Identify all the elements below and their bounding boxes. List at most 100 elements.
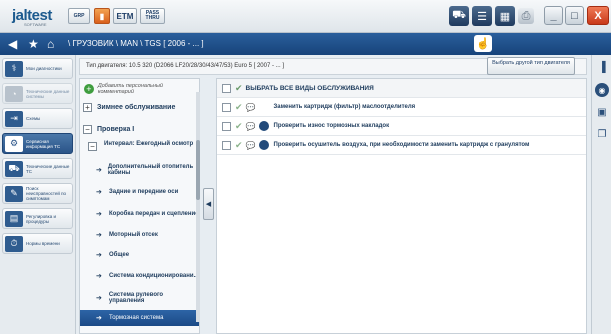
tree-item-label: Коробка передач и сцепление xyxy=(109,210,199,217)
sidebar-item-my-diagnostics[interactable]: ⚕ Мои диагностики xyxy=(2,58,73,79)
select-all-row[interactable]: ✔ ВЫБРАТЬ ВСЕ ВИДЫ ОБСЛУЖИВАНИЯ xyxy=(217,79,586,98)
maximize-button[interactable]: □ xyxy=(565,6,584,25)
tree-item-label: Общее xyxy=(109,251,130,258)
tree-item-label: Задние и передние оси xyxy=(109,188,179,195)
arrow-right-icon: ➔ xyxy=(96,273,102,280)
print-icon[interactable]: ⎙ xyxy=(518,8,534,24)
hand-pointer-icon[interactable]: ☝ xyxy=(474,35,492,52)
checkmark-icon: ✔ xyxy=(235,139,243,150)
sidebar-item-label: Технические данные ТС xyxy=(26,163,70,174)
sidebar-item-label: Поиск неисправностей по симптомам xyxy=(26,186,67,201)
tree-item[interactable]: ➔ Задние и передние оси xyxy=(80,182,199,202)
tree-item-label: Система рулевого управления xyxy=(108,291,164,305)
tree-item-label: Дополнительный отопитель кабины xyxy=(107,163,194,177)
engine-type-label: Тип двигателя: 10.5 320 (D2066 LF20/28/3… xyxy=(86,63,284,69)
sidebar-item-troubleshooting[interactable]: ✎ Поиск неисправностей по симптомам xyxy=(2,183,73,204)
navigation-bar: ◀ ★ ⌂ \ ГРУЗОВИК \ MAN \ TGS [ 2006 - ..… xyxy=(0,33,611,55)
gear-icon[interactable] xyxy=(258,121,269,131)
select-all-label: ВЫБРАТЬ ВСЕ ВИДЫ ОБСЛУЖИВАНИЯ xyxy=(245,84,374,92)
arrow-right-icon: ➔ xyxy=(96,315,102,322)
tree-item[interactable]: ➔ Система рулевого управления xyxy=(80,288,199,308)
tree-scrollbar-thumb[interactable] xyxy=(196,140,200,200)
sidebar-item-vehicle-data[interactable]: ⛟ Технические данные ТС xyxy=(2,158,73,179)
service-info-icon: ⚙ xyxy=(5,135,23,152)
eye-icon[interactable]: ◉ xyxy=(595,83,609,97)
sidebar-item-label: Мои диагностики xyxy=(26,66,62,71)
comment-icon[interactable]: 💬 xyxy=(246,122,256,131)
expand-icon[interactable]: + xyxy=(83,103,92,112)
list-item-label: Проверить осушитель воздуха, при необход… xyxy=(273,142,530,148)
minimize-button[interactable]: _ xyxy=(544,6,563,25)
collapse-panel-button[interactable]: ◀ xyxy=(203,188,214,220)
close-button[interactable]: X xyxy=(587,6,609,25)
select-all-checkbox[interactable] xyxy=(222,83,231,93)
list-item-label: Проверить износ тормозных накладок xyxy=(273,123,390,129)
sidebar: ⚕ Мои диагностики ◔ Технические данные с… xyxy=(0,55,76,334)
collapse-icon[interactable]: − xyxy=(83,125,92,134)
sidebar-item-schematics[interactable]: ⇥ Схемы xyxy=(2,108,73,129)
sidebar-item-service-info[interactable]: ⚙ Сервисная информация ТС xyxy=(2,133,73,154)
checkmark-icon: ✔ xyxy=(235,120,243,131)
calculator-icon[interactable]: ▦ xyxy=(495,6,515,26)
tree-scrollbar[interactable] xyxy=(196,92,200,322)
maintenance-list: ✔ ВЫБРАТЬ ВСЕ ВИДЫ ОБСЛУЖИВАНИЯ ✔ 💬 Заме… xyxy=(216,78,587,334)
vehicle-data-icon: ⛟ xyxy=(5,160,23,177)
tree-subgroup-annual[interactable]: − xyxy=(88,142,102,151)
tree-item[interactable]: ➔ Дополнительный отопитель кабины xyxy=(80,160,199,180)
schematics-icon: ⇥ xyxy=(5,110,23,127)
car-diagnosis-icon: ⚕ xyxy=(5,60,23,77)
tree-item-label: Система кондиционировани... xyxy=(109,272,199,279)
logo-subtitle: SOFTWARE xyxy=(24,22,47,27)
add-comment-label: Добавить персональный комментарий xyxy=(97,83,163,95)
item-checkbox[interactable] xyxy=(222,140,231,150)
arrow-right-icon: ➔ xyxy=(96,252,102,259)
arrow-right-icon: ➔ xyxy=(96,167,102,174)
comment-icon[interactable]: 💬 xyxy=(246,141,256,150)
item-checkbox[interactable] xyxy=(222,121,231,131)
star-icon[interactable]: ★ xyxy=(28,37,39,51)
checkmark-icon: ✔ xyxy=(235,82,243,93)
back-arrow-icon[interactable]: ◀ xyxy=(8,37,17,51)
list-item[interactable]: ✔ 💬 Проверить осушитель воздуха, при нео… xyxy=(217,136,586,155)
sidebar-item-label: Регулировка и процедуры xyxy=(26,213,56,224)
tree-item[interactable]: ➔ Моторный отсек xyxy=(80,226,199,244)
troubleshoot-icon: ✎ xyxy=(5,185,23,202)
tech-data-icon: ◔ xyxy=(5,85,23,102)
truck-icon: ▮ xyxy=(99,11,105,21)
save-icon[interactable]: ▣ xyxy=(595,105,609,119)
sidebar-item-system-tech-data[interactable]: ◔ Технические данные системы xyxy=(2,83,73,104)
item-checkbox[interactable] xyxy=(222,102,231,112)
pass-thru-button[interactable]: PASS THRU xyxy=(140,8,165,24)
copy-icon[interactable]: ❐ xyxy=(595,127,609,141)
time-norms-icon: ⏱ xyxy=(5,235,23,252)
tree-subgroup-label: Интервал: Ежегодный осмотр xyxy=(104,141,194,147)
list-icon[interactable]: ☰ xyxy=(472,6,492,26)
sidebar-item-time-norms[interactable]: ⏱ Нормы времени xyxy=(2,233,73,254)
top-toolbar: jaltest SOFTWARE GRP ▮ ETM PASS THRU ⛟ ☰… xyxy=(0,0,611,33)
tree-item-selected[interactable]: ➔ Тормозная система xyxy=(80,310,199,326)
tree-item[interactable]: ➔ Коробка передач и сцепление xyxy=(80,204,199,224)
arrow-right-icon: ➔ xyxy=(96,211,102,218)
right-rail: ▐ ◉ ▣ ❐ xyxy=(591,55,611,334)
add-icon: + xyxy=(84,84,94,94)
sidebar-item-procedures[interactable]: ▤ Регулировка и процедуры xyxy=(2,208,73,229)
select-other-engine-button[interactable]: Выбрать другой тип двигателя xyxy=(487,57,575,75)
list-item[interactable]: ✔ 💬 Проверить износ тормозных накладок xyxy=(217,117,586,136)
grp-button[interactable]: GRP xyxy=(68,8,90,24)
tree-group-check-1[interactable]: − Проверка I xyxy=(83,125,134,134)
add-comment-button[interactable]: + Добавить персональный комментарий xyxy=(84,83,199,95)
comment-icon[interactable]: 💬 xyxy=(246,103,256,112)
sidebar-item-label: Технические данные системы xyxy=(26,88,70,99)
tree-item[interactable]: ➔ Общее xyxy=(80,246,199,264)
car-icon[interactable]: ⛟ xyxy=(449,6,469,26)
truck-category-button[interactable]: ▮ xyxy=(94,8,110,24)
home-icon[interactable]: ⌂ xyxy=(47,37,54,51)
etm-button[interactable]: ETM xyxy=(113,8,137,24)
arrow-right-icon: ➔ xyxy=(96,189,102,196)
tree-group-winter[interactable]: + Зимнее обслуживание xyxy=(83,103,175,112)
gear-icon[interactable] xyxy=(258,140,269,150)
document-icon[interactable]: ▐ xyxy=(595,60,609,74)
list-item[interactable]: ✔ 💬 Заменить картридж (фильтр) маслоотде… xyxy=(217,98,586,117)
tree-item[interactable]: ➔ Система кондиционировани... xyxy=(80,266,199,286)
collapse-icon[interactable]: − xyxy=(88,142,97,151)
